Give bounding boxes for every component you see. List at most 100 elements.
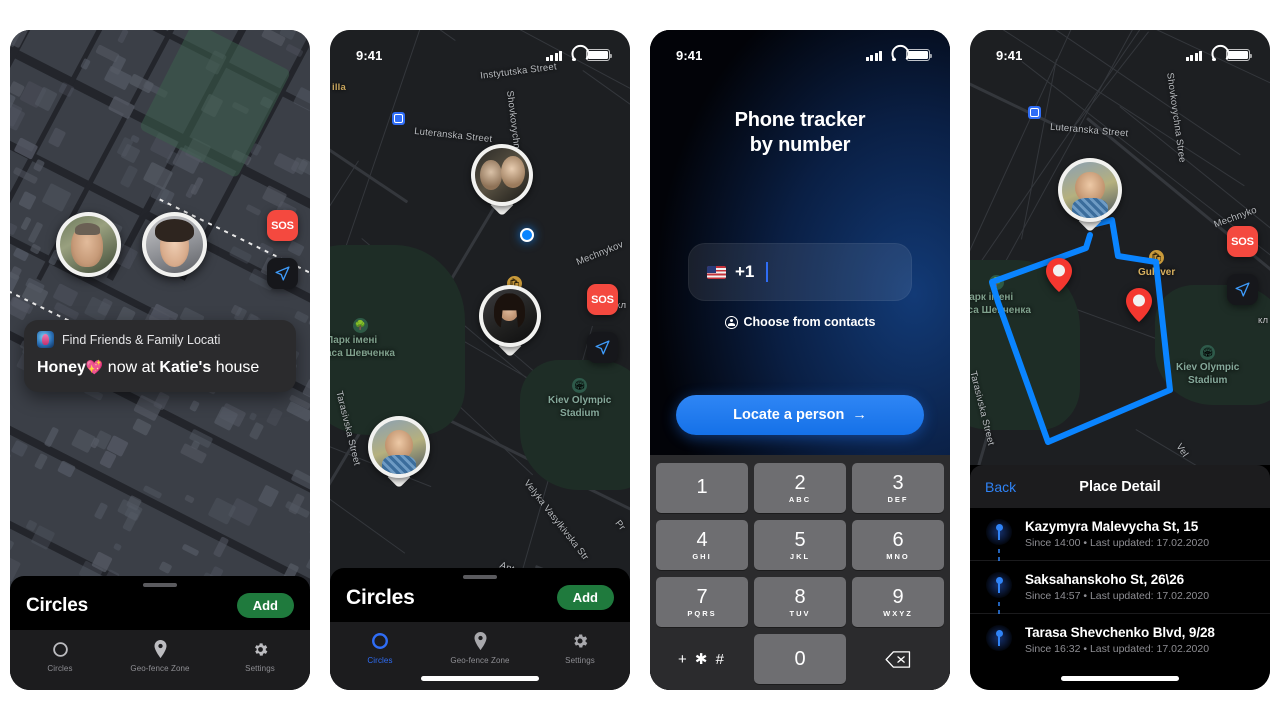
notification-toast[interactable]: Find Friends & Family Locati Honey💖 now … <box>24 320 296 393</box>
map-pin-icon <box>153 639 168 659</box>
circle-icon <box>371 631 389 651</box>
key-9[interactable]: 9 WXYZ <box>852 577 944 627</box>
list-item[interactable]: Saksahanskoho St, 26\26 Since 14:57 • La… <box>970 561 1270 616</box>
key-2[interactable]: 2 ABC <box>754 463 846 513</box>
tab-geofence-zone[interactable]: Geo-fence Zone <box>430 631 530 665</box>
key-6[interactable]: 6 MNO <box>852 520 944 570</box>
bottom-sheet: Circles Add Circles Geo-fence Zone Setti… <box>10 576 310 690</box>
cellular-signal-icon <box>865 50 882 61</box>
map-pin-icon <box>995 630 1003 646</box>
timeline-pin <box>986 625 1012 655</box>
arrow-right-icon: → <box>852 407 867 423</box>
location-pin-1[interactable] <box>1046 258 1072 292</box>
app-icon <box>37 331 54 348</box>
gear-icon <box>571 631 589 651</box>
navigation-arrow-icon <box>275 266 290 281</box>
sos-button[interactable]: SOS <box>267 210 298 241</box>
timeline-pin <box>986 572 1012 616</box>
recenter-location-button[interactable] <box>267 258 298 289</box>
backspace-button[interactable] <box>852 634 944 684</box>
key-4[interactable]: 4 GHI <box>656 520 748 570</box>
page-title: Phone tracker by number <box>650 108 950 158</box>
backspace-icon <box>885 650 911 668</box>
tab-settings[interactable]: Settings <box>530 631 630 665</box>
locate-a-person-button[interactable]: Locate a person → <box>676 395 924 435</box>
phone-screen-circles-satellite: SOS Find Friends & Family Locati Honey💖 … <box>10 30 310 690</box>
phone-screen-circles-dark-map: Instytutska Street Luteranska Street Sho… <box>330 30 630 690</box>
tab-label: Settings <box>565 656 595 665</box>
notification-place: Katie's <box>159 359 212 376</box>
avatar-pin-man[interactable] <box>1058 158 1122 233</box>
navigation-arrow-icon <box>1235 282 1250 297</box>
status-bar: 9:41 <box>330 30 630 70</box>
notification-body: Honey💖 now at Katie's house <box>37 356 283 379</box>
key-8[interactable]: 8 TUV <box>754 577 846 627</box>
tab-circles[interactable]: Circles <box>330 631 430 665</box>
place-list: Kazymyra Malevycha St, 15 Since 14:00 • … <box>970 508 1270 666</box>
notification-place-tail: house <box>215 359 260 376</box>
place-detail-sheet: Back Place Detail Kazymyra Malevycha St,… <box>970 465 1270 690</box>
list-item[interactable]: Tarasa Shevchenko Blvd, 9/28 Since 16:32… <box>970 614 1270 666</box>
app-store-screenshot-strip: SOS Find Friends & Family Locati Honey💖 … <box>0 0 1280 720</box>
status-time: 9:41 <box>996 47 1023 63</box>
choose-from-contacts-button[interactable]: Choose from contacts <box>650 315 950 329</box>
tab-circles[interactable]: Circles <box>10 639 110 673</box>
key-1[interactable]: 1 <box>656 463 748 513</box>
key-symbols[interactable]: + ✱ # <box>656 634 748 684</box>
avatar-pin-person-2[interactable] <box>142 212 207 277</box>
notification-at: at <box>141 359 155 376</box>
sheet-title: Circles <box>346 585 415 609</box>
tab-label: Circles <box>367 656 393 665</box>
navigation-arrow-icon <box>595 340 610 355</box>
battery-icon <box>1226 49 1252 61</box>
timeline-pin <box>986 519 1012 563</box>
avatar <box>56 212 121 277</box>
recenter-location-button[interactable] <box>1227 274 1258 305</box>
wifi-icon <box>567 50 581 62</box>
tab-settings[interactable]: Settings <box>210 639 310 673</box>
us-flag-icon <box>707 265 726 279</box>
current-location-dot <box>520 228 534 242</box>
add-button[interactable]: Add <box>556 585 614 610</box>
map-pin-icon <box>995 577 1003 593</box>
tab-geofence-zone[interactable]: Geo-fence Zone <box>110 639 210 673</box>
avatar-pin-person-1[interactable] <box>56 212 121 277</box>
country-code: +1 <box>735 262 755 281</box>
key-7[interactable]: 7 PQRS <box>656 577 748 627</box>
back-button[interactable]: Back <box>985 479 1016 495</box>
sos-button[interactable]: SOS <box>1227 226 1258 257</box>
recenter-location-button[interactable] <box>587 332 618 363</box>
list-item[interactable]: Kazymyra Malevycha St, 15 Since 14:00 • … <box>970 508 1270 563</box>
map-pin-icon <box>995 524 1003 540</box>
person-circle-icon <box>724 315 738 329</box>
tab-label: Geo-fence Zone <box>130 664 190 673</box>
avatar-pin-woman[interactable] <box>479 285 541 358</box>
place-meta: Since 14:57 • Last updated: 17.02.2020 <box>1025 590 1210 602</box>
status-time: 9:41 <box>356 47 383 63</box>
heart-emoji: 💖 <box>85 359 104 375</box>
notification-person: Honey <box>37 359 86 376</box>
avatar-pin-man[interactable] <box>368 416 430 489</box>
nav-bar: Back Place Detail <box>970 465 1270 508</box>
geofence-polygon <box>989 217 1173 445</box>
home-indicator <box>421 676 539 681</box>
bottom-sheet: Circles Add Circles Geo-fence Zone Setti… <box>330 568 630 690</box>
sos-button[interactable]: SOS <box>587 284 618 315</box>
tab-bar: Circles Geo-fence Zone Settings <box>10 630 310 690</box>
home-indicator <box>1061 676 1179 681</box>
park-area <box>330 245 465 435</box>
add-button[interactable]: Add <box>236 593 294 618</box>
key-5[interactable]: 5 JKL <box>754 520 846 570</box>
notification-now: now <box>107 359 138 376</box>
phone-number-input[interactable]: +1 <box>688 243 912 301</box>
key-3[interactable]: 3 DEF <box>852 463 944 513</box>
place-meta: Since 16:32 • Last updated: 17.02.2020 <box>1025 643 1210 655</box>
tab-bar: Circles Geo-fence Zone Settings <box>330 622 630 690</box>
cellular-signal-icon <box>545 50 562 61</box>
avatar <box>142 212 207 277</box>
location-pin-2[interactable] <box>1126 288 1152 322</box>
key-0[interactable]: 0 <box>754 634 846 684</box>
place-address: Saksahanskoho St, 26\26 <box>1025 572 1185 587</box>
circle-icon <box>52 639 69 659</box>
avatar-pin-couple[interactable] <box>471 144 533 217</box>
